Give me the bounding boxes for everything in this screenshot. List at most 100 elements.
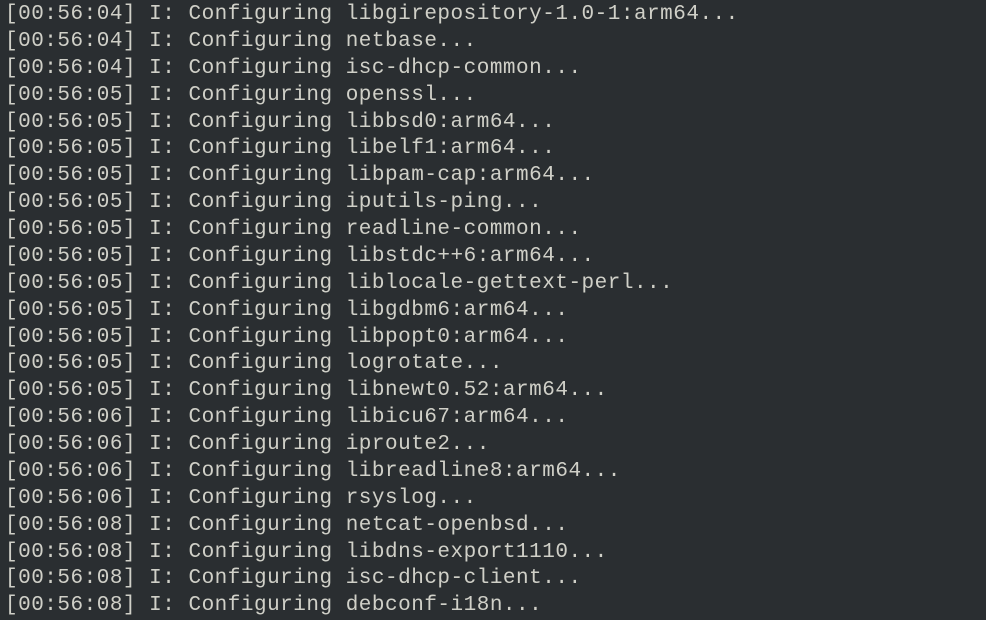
log-line: [00:56:06] I: Configuring iproute2... <box>5 432 981 459</box>
log-line: [00:56:06] I: Configuring libicu67:arm64… <box>5 405 981 432</box>
log-package: libpopt0:arm64... <box>346 326 569 349</box>
log-action: Configuring <box>188 433 332 456</box>
log-package: debconf-i18n... <box>346 594 543 617</box>
log-package: iputils-ping... <box>346 191 543 214</box>
log-action: Configuring <box>188 379 332 402</box>
log-action: Configuring <box>188 567 332 590</box>
log-level: I: <box>149 326 175 349</box>
log-action: Configuring <box>188 84 332 107</box>
log-action: Configuring <box>188 3 332 26</box>
log-timestamp: [00:56:04] <box>5 57 136 80</box>
log-action: Configuring <box>188 326 332 349</box>
log-action: Configuring <box>188 460 332 483</box>
log-action: Configuring <box>188 245 332 268</box>
log-action: Configuring <box>188 541 332 564</box>
log-timestamp: [00:56:05] <box>5 111 136 134</box>
log-timestamp: [00:56:06] <box>5 487 136 510</box>
log-level: I: <box>149 272 175 295</box>
log-line: [00:56:04] I: Configuring libgirepositor… <box>5 2 981 29</box>
log-level: I: <box>149 30 175 53</box>
log-timestamp: [00:56:04] <box>5 30 136 53</box>
log-package: liblocale-gettext-perl... <box>346 272 674 295</box>
log-package: libstdc++6:arm64... <box>346 245 595 268</box>
log-action: Configuring <box>188 406 332 429</box>
log-action: Configuring <box>188 299 332 322</box>
log-package: libreadline8:arm64... <box>346 460 621 483</box>
log-package: netbase... <box>346 30 477 53</box>
log-level: I: <box>149 218 175 241</box>
log-action: Configuring <box>188 137 332 160</box>
log-level: I: <box>149 487 175 510</box>
log-timestamp: [00:56:06] <box>5 433 136 456</box>
log-level: I: <box>149 137 175 160</box>
log-line: [00:56:05] I: Configuring libstdc++6:arm… <box>5 244 981 271</box>
log-package: libpam-cap:arm64... <box>346 164 595 187</box>
log-level: I: <box>149 164 175 187</box>
log-timestamp: [00:56:05] <box>5 272 136 295</box>
log-level: I: <box>149 84 175 107</box>
log-line: [00:56:05] I: Configuring iputils-ping..… <box>5 190 981 217</box>
log-package: libgirepository-1.0-1:arm64... <box>346 3 739 26</box>
log-level: I: <box>149 460 175 483</box>
log-action: Configuring <box>188 30 332 53</box>
log-package: libgdbm6:arm64... <box>346 299 569 322</box>
log-timestamp: [00:56:08] <box>5 514 136 537</box>
log-package: isc-dhcp-common... <box>346 57 582 80</box>
log-level: I: <box>149 57 175 80</box>
log-level: I: <box>149 352 175 375</box>
log-timestamp: [00:56:05] <box>5 137 136 160</box>
log-timestamp: [00:56:08] <box>5 594 136 617</box>
log-timestamp: [00:56:05] <box>5 299 136 322</box>
log-package: readline-common... <box>346 218 582 241</box>
log-line: [00:56:05] I: Configuring libpopt0:arm64… <box>5 325 981 352</box>
log-level: I: <box>149 567 175 590</box>
log-line: [00:56:08] I: Configuring libdns-export1… <box>5 540 981 567</box>
log-action: Configuring <box>188 272 332 295</box>
log-package: libicu67:arm64... <box>346 406 569 429</box>
log-action: Configuring <box>188 191 332 214</box>
log-level: I: <box>149 245 175 268</box>
log-line: [00:56:05] I: Configuring libpam-cap:arm… <box>5 163 981 190</box>
log-action: Configuring <box>188 352 332 375</box>
log-package: netcat-openbsd... <box>346 514 569 537</box>
log-line: [00:56:08] I: Configuring netcat-openbsd… <box>5 513 981 540</box>
terminal-output: [00:56:04] I: Configuring libgirepositor… <box>5 2 981 620</box>
log-level: I: <box>149 514 175 537</box>
log-timestamp: [00:56:08] <box>5 567 136 590</box>
log-action: Configuring <box>188 487 332 510</box>
log-line: [00:56:06] I: Configuring libreadline8:a… <box>5 459 981 486</box>
log-action: Configuring <box>188 594 332 617</box>
log-line: [00:56:05] I: Configuring openssl... <box>5 83 981 110</box>
log-line: [00:56:05] I: Configuring libgdbm6:arm64… <box>5 298 981 325</box>
log-line: [00:56:05] I: Configuring liblocale-gett… <box>5 271 981 298</box>
log-level: I: <box>149 541 175 564</box>
log-line: [00:56:05] I: Configuring libnewt0.52:ar… <box>5 378 981 405</box>
log-timestamp: [00:56:05] <box>5 379 136 402</box>
log-level: I: <box>149 3 175 26</box>
log-line: [00:56:04] I: Configuring isc-dhcp-commo… <box>5 56 981 83</box>
log-timestamp: [00:56:06] <box>5 406 136 429</box>
log-line: [00:56:04] I: Configuring netbase... <box>5 29 981 56</box>
log-package: libdns-export1110... <box>346 541 608 564</box>
log-line: [00:56:05] I: Configuring readline-commo… <box>5 217 981 244</box>
log-timestamp: [00:56:06] <box>5 460 136 483</box>
log-level: I: <box>149 406 175 429</box>
log-timestamp: [00:56:05] <box>5 164 136 187</box>
log-action: Configuring <box>188 514 332 537</box>
log-timestamp: [00:56:04] <box>5 3 136 26</box>
log-line: [00:56:06] I: Configuring rsyslog... <box>5 486 981 513</box>
log-line: [00:56:05] I: Configuring logrotate... <box>5 351 981 378</box>
log-package: rsyslog... <box>346 487 477 510</box>
log-action: Configuring <box>188 111 332 134</box>
log-package: libbsd0:arm64... <box>346 111 556 134</box>
log-package: libnewt0.52:arm64... <box>346 379 608 402</box>
log-level: I: <box>149 299 175 322</box>
log-timestamp: [00:56:05] <box>5 84 136 107</box>
log-action: Configuring <box>188 218 332 241</box>
log-action: Configuring <box>188 164 332 187</box>
log-package: iproute2... <box>346 433 490 456</box>
log-package: libelf1:arm64... <box>346 137 556 160</box>
log-line: [00:56:08] I: Configuring isc-dhcp-clien… <box>5 566 981 593</box>
log-level: I: <box>149 111 175 134</box>
log-line: [00:56:05] I: Configuring libbsd0:arm64.… <box>5 110 981 137</box>
